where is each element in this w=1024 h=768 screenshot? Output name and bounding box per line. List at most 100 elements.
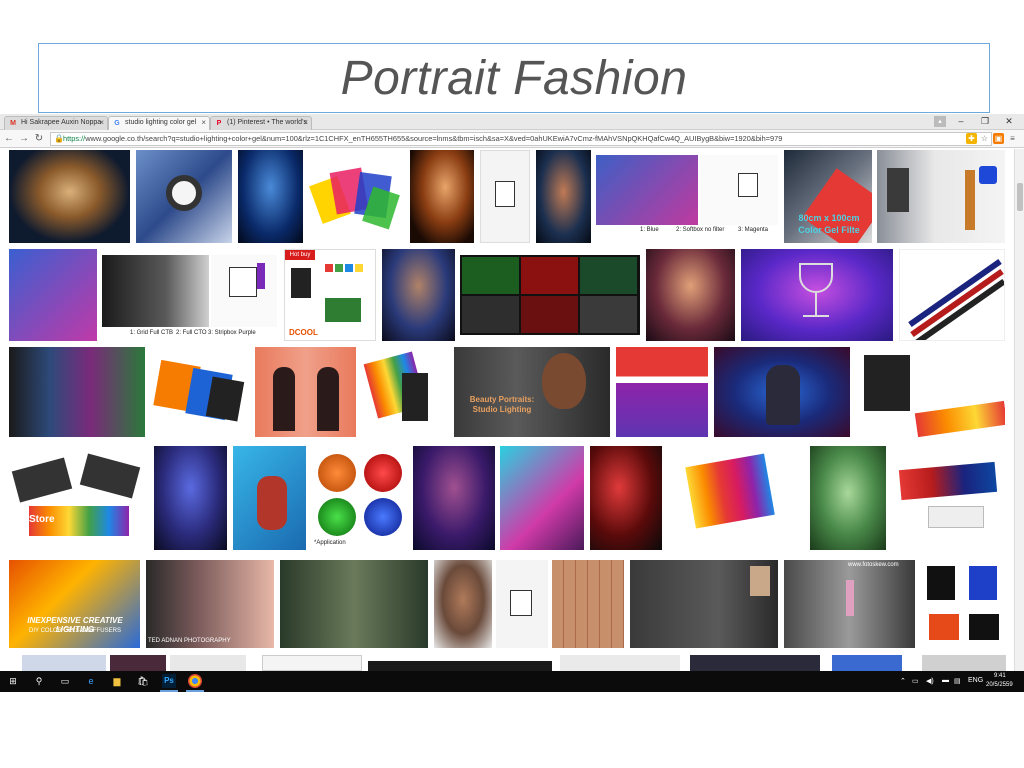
caption: 1: Grid Full CTB	[130, 330, 174, 336]
clock-date[interactable]: 20/5/2559	[986, 682, 1013, 688]
reload-icon[interactable]: ↻	[32, 132, 46, 146]
image-result[interactable]: 80cm x 100cm Color Gel Filte	[784, 150, 872, 243]
image-result[interactable]	[496, 560, 548, 648]
image-result[interactable]: TED ADNAN PHOTOGRAPHY	[146, 560, 274, 648]
image-result[interactable]	[280, 560, 428, 648]
search-icon[interactable]: ⚲	[32, 674, 46, 688]
image-result[interactable]	[136, 150, 232, 243]
close-icon[interactable]: ×	[303, 118, 308, 127]
image-result[interactable]	[741, 249, 893, 341]
vertical-scrollbar[interactable]	[1014, 149, 1024, 671]
image-result[interactable]	[590, 446, 662, 550]
close-icon[interactable]: ×	[99, 118, 104, 127]
restore-icon[interactable]: ❐	[974, 114, 996, 129]
image-result[interactable]	[630, 560, 778, 648]
image-result[interactable]	[368, 661, 552, 671]
image-result[interactable]	[616, 347, 708, 437]
image-result[interactable]: www.fotoskew.com	[784, 560, 915, 648]
menu-icon[interactable]: ≡	[1007, 133, 1018, 144]
image-result[interactable]	[877, 150, 1005, 243]
tab-google[interactable]: G studio lighting color gel ×	[108, 116, 210, 130]
user-profile-icon[interactable]: ▴	[934, 116, 946, 127]
address-bar[interactable]: 🔒 https://www.google.co.th/search?q=studi…	[50, 132, 992, 146]
image-result[interactable]	[810, 446, 886, 550]
image-result[interactable]	[434, 560, 492, 648]
image-result[interactable]	[856, 347, 1005, 437]
star-icon[interactable]: ☆	[979, 133, 990, 144]
image-result[interactable]	[690, 655, 820, 671]
image-result[interactable]	[233, 446, 306, 550]
image-result[interactable]	[9, 347, 145, 437]
store-icon[interactable]: 🛍	[136, 674, 150, 688]
edge-icon[interactable]: e	[84, 674, 98, 688]
scrollbar-thumb[interactable]	[1017, 183, 1023, 211]
back-icon[interactable]: ←	[2, 132, 16, 146]
image-result[interactable]	[362, 347, 448, 437]
image-result[interactable]	[552, 560, 624, 648]
chrome-icon[interactable]	[188, 674, 202, 688]
clock-time[interactable]: 9:41	[994, 673, 1006, 679]
ted-adnan-watermark: TED ADNAN PHOTOGRAPHY	[148, 638, 231, 644]
image-result[interactable]	[170, 655, 246, 671]
image-result[interactable]: Hot buy DCOOL	[284, 249, 376, 341]
photoshop-icon[interactable]: Ps	[162, 674, 176, 688]
image-result[interactable]	[309, 150, 405, 243]
image-result[interactable]: Beauty Portraits: Studio Lighting	[454, 347, 610, 437]
image-result[interactable]	[255, 347, 356, 437]
image-result[interactable]	[22, 655, 106, 671]
close-window-icon[interactable]: ✕	[998, 114, 1020, 129]
image-result[interactable]	[238, 150, 303, 243]
image-result[interactable]: INEXPENSIVE CREATIVE LIGHTING DIY COLOR …	[9, 560, 140, 648]
image-result[interactable]	[460, 255, 640, 335]
image-result[interactable]: Store	[9, 446, 148, 550]
image-results: 1: Blue 2: Softbox no filter 3: Magenta …	[0, 149, 1014, 671]
navigation-bar: ← → ↻ 🔒 https://www.google.co.th/search?q…	[0, 130, 1024, 148]
image-result[interactable]	[596, 155, 698, 225]
image-result[interactable]	[480, 150, 530, 243]
image-result[interactable]	[211, 255, 277, 327]
image-result[interactable]	[102, 255, 209, 327]
windows-start-icon[interactable]: ⊞	[6, 674, 20, 688]
image-result[interactable]	[668, 446, 804, 550]
battery-icon[interactable]: ▬	[942, 677, 949, 684]
image-result[interactable]	[646, 249, 735, 341]
tab-pinterest[interactable]: P (1) Pinterest • The world's ×	[210, 116, 312, 130]
image-result[interactable]	[560, 655, 680, 671]
image-result[interactable]	[413, 446, 495, 550]
image-result[interactable]	[899, 249, 1005, 341]
forward-icon[interactable]: →	[17, 132, 31, 146]
notification-icon[interactable]: ▤	[954, 677, 961, 685]
title-box: Portrait Fashion	[38, 43, 990, 113]
image-result[interactable]	[832, 655, 902, 671]
close-icon[interactable]: ×	[201, 118, 206, 127]
language-indicator[interactable]: ENG	[968, 677, 983, 684]
volume-icon[interactable]: ◀)	[926, 677, 934, 685]
pinterest-icon: P	[216, 120, 222, 127]
network-icon[interactable]: ▭	[912, 677, 919, 685]
image-result[interactable]	[922, 655, 1006, 671]
tab-gmail[interactable]: M Hi Sakrapee Auxin Noppa ×	[4, 116, 108, 130]
windows-taskbar: ⊞ ⚲ ▭ e ▆ 🛍 Ps ⌃ ▭ ◀) ▬ ▤ ENG 9:41 20/5/…	[0, 671, 1024, 692]
minimize-icon[interactable]: –	[950, 114, 972, 129]
image-result[interactable]	[892, 446, 1005, 550]
image-result[interactable]	[536, 150, 591, 243]
image-result[interactable]	[9, 249, 97, 341]
file-explorer-icon[interactable]: ▆	[110, 674, 124, 688]
caption: 2: Softbox no filter	[676, 227, 725, 233]
image-result[interactable]	[500, 446, 584, 550]
task-view-icon[interactable]: ▭	[58, 674, 72, 688]
image-result[interactable]	[9, 150, 130, 243]
extension-icon[interactable]: ✚	[966, 133, 977, 144]
image-result[interactable]	[921, 560, 1005, 648]
image-result[interactable]	[410, 150, 474, 243]
image-result[interactable]	[382, 249, 455, 341]
image-result[interactable]	[700, 155, 778, 225]
tray-chevron-icon[interactable]: ⌃	[900, 677, 906, 685]
image-result[interactable]: *Application	[312, 446, 408, 550]
image-result[interactable]	[714, 347, 850, 437]
image-result[interactable]	[110, 655, 166, 671]
image-result[interactable]	[151, 347, 249, 437]
image-result[interactable]	[262, 655, 362, 671]
image-result[interactable]	[154, 446, 227, 550]
addon-icon[interactable]: ▣	[993, 133, 1004, 144]
